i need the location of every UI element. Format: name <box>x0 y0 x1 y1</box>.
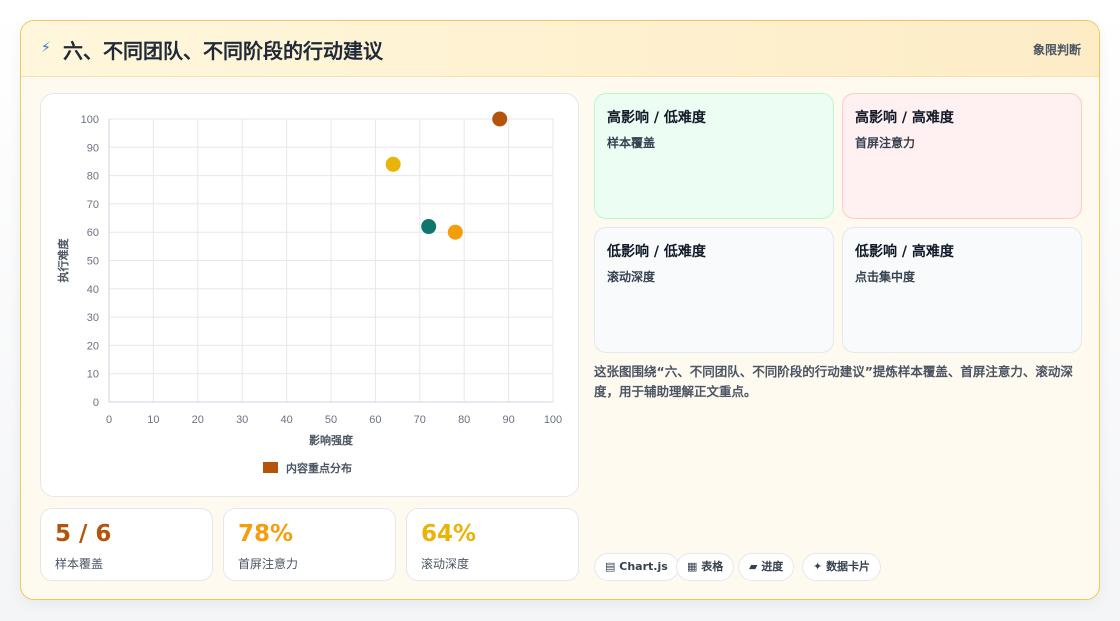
chip-label: 进度 <box>761 560 784 573</box>
x-tick-label: 90 <box>502 414 514 426</box>
kpi-value: 64% <box>421 521 477 547</box>
x-tick-label: 10 <box>147 414 159 426</box>
x-axis-label: 影响强度 <box>309 433 354 447</box>
chart-description: 这张图围绕“六、不同团队、不同阶段的行动建议”提炼样本覆盖、首屏注意力、滚动深度… <box>594 364 1073 399</box>
y-tick-label: 60 <box>87 227 99 239</box>
chip-label: 数据卡片 <box>826 560 871 573</box>
legend-swatch <box>263 462 278 473</box>
header-tag: 象限判断 <box>1032 43 1081 57</box>
kpi-value: 78% <box>238 521 294 547</box>
quadrant-item: 首屏注意力 <box>855 136 916 150</box>
table-icon: ▦ <box>687 560 698 573</box>
chart-card: 0 10 20 30 40 50 60 70 80 90 100 0 10 20 30 40 50 60 70 80 9… <box>40 93 579 497</box>
y-tick-label: 30 <box>87 312 99 324</box>
chart-icon: ▤ <box>605 560 616 573</box>
chip-label: Chart.js <box>619 560 668 573</box>
quadrant-title: 低影响 / 低难度 <box>607 244 706 260</box>
lightning-icon: ⚡ <box>41 40 51 56</box>
y-tick-label: 100 <box>81 114 99 126</box>
quadrant-high-impact-high-difficulty: 高影响 / 高难度 首屏注意力 <box>842 93 1082 219</box>
section-header: ⚡ 六、不同团队、不同阶段的行动建议 象限判断 <box>21 21 1099 77</box>
section-panel: ⚡ 六、不同团队、不同阶段的行动建议 象限判断 0 10 20 30 40 50 60 70 8… <box>20 20 1100 600</box>
x-tick-label: 20 <box>192 414 204 426</box>
kpi-card-attention: 78% 首屏注意力 <box>223 508 396 581</box>
quadrant-low-impact-low-difficulty: 低影响 / 低难度 滚动深度 <box>594 227 834 353</box>
x-tick-label: 40 <box>280 414 292 426</box>
quadrant-item: 点击集中度 <box>855 270 916 284</box>
scatter-chart: 0 10 20 30 40 50 60 70 80 90 100 0 10 20 30 40 50 60 70 80 9… <box>56 111 562 475</box>
y-tick-label: 40 <box>87 284 99 296</box>
y-tick-label: 50 <box>87 256 99 268</box>
x-tick-label: 100 <box>544 414 562 426</box>
kpi-label: 样本覆盖 <box>55 557 104 571</box>
kpi-value: 5 / 6 <box>55 521 112 547</box>
x-tick-label: 80 <box>458 414 470 426</box>
y-tick-label: 20 <box>87 340 99 352</box>
quadrant-high-impact-low-difficulty: 高影响 / 低难度 样本覆盖 <box>594 93 834 219</box>
kpi-label: 首屏注意力 <box>238 557 299 571</box>
y-tick-label: 70 <box>87 199 99 211</box>
quadrant-item: 滚动深度 <box>607 270 656 284</box>
kpi-label: 滚动深度 <box>421 557 470 571</box>
kpi-card-scroll: 64% 滚动深度 <box>406 508 579 581</box>
section-title: 六、不同团队、不同阶段的行动建议 <box>63 39 383 63</box>
data-point <box>492 111 508 127</box>
x-tick-label: 60 <box>369 414 381 426</box>
quadrant-title: 低影响 / 高难度 <box>855 244 954 260</box>
quadrant-low-impact-high-difficulty: 低影响 / 高难度 点击集中度 <box>842 227 1082 353</box>
y-tick-label: 90 <box>87 142 99 154</box>
data-point <box>385 156 401 172</box>
chip-label: 表格 <box>701 560 724 573</box>
chip-data-card[interactable]: ✦ 数据卡片 <box>802 553 882 581</box>
x-tick-label: 50 <box>325 414 337 426</box>
progress-icon: ▰ <box>749 560 758 573</box>
x-tick-label: 0 <box>106 414 112 426</box>
x-tick-label: 30 <box>236 414 248 426</box>
y-tick-label: 10 <box>87 369 99 381</box>
data-card-icon: ✦ <box>813 560 823 573</box>
y-tick-label: 0 <box>93 397 99 409</box>
x-tick-label: 70 <box>414 414 426 426</box>
page-background: ⚡ 六、不同团队、不同阶段的行动建议 象限判断 0 10 20 30 40 50 60 70 8… <box>0 0 1120 621</box>
y-axis-label: 执行难度 <box>56 238 70 283</box>
y-tick-label: 80 <box>87 171 99 183</box>
quadrant-title: 高影响 / 低难度 <box>607 110 706 126</box>
chip-chartjs[interactable]: ▤ Chart.js <box>594 553 679 581</box>
kpi-card-coverage: 5 / 6 样本覆盖 <box>40 508 213 581</box>
quadrant-title: 高影响 / 高难度 <box>855 110 954 126</box>
legend-label: 内容重点分布 <box>286 461 352 475</box>
data-point <box>447 224 463 240</box>
chip-table[interactable]: ▦ 表格 <box>676 553 735 581</box>
chip-progress[interactable]: ▰ 进度 <box>738 553 795 581</box>
quadrant-item: 样本覆盖 <box>607 136 656 150</box>
data-point <box>421 219 437 235</box>
